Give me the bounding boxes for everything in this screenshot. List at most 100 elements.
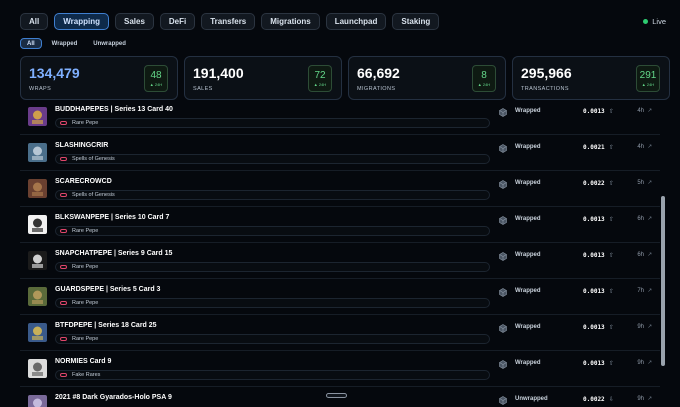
- item-name[interactable]: BLKSWANPEPE | Series 10 Card 7: [55, 214, 169, 221]
- link-icon: [60, 157, 67, 161]
- tab-all[interactable]: All: [20, 13, 49, 30]
- cube-icon: [499, 396, 507, 405]
- item-thumbnail[interactable]: [28, 143, 47, 162]
- item-thumbnail[interactable]: [28, 287, 47, 306]
- stat-value: 66,692: [357, 65, 400, 81]
- link-icon: [60, 265, 67, 269]
- item-thumbnail[interactable]: [28, 323, 47, 342]
- collection-tag[interactable]: Rare Pepe: [55, 226, 490, 236]
- item-thumbnail[interactable]: [28, 215, 47, 234]
- direction-arrow-icon: ⇧: [609, 289, 615, 295]
- external-link-icon[interactable]: ↗: [647, 324, 652, 330]
- subtab-all[interactable]: All: [20, 38, 42, 49]
- stat-change-period: ▲ 24H: [477, 82, 491, 87]
- item-name[interactable]: NORMIES Card 9: [55, 358, 111, 365]
- stat-change-badge: 8 ▲ 24H: [472, 65, 496, 92]
- external-link-icon[interactable]: ↗: [647, 396, 652, 402]
- external-link-icon[interactable]: ↗: [647, 180, 652, 186]
- tab-transfers[interactable]: Transfers: [201, 13, 256, 30]
- item-thumbnail[interactable]: [28, 107, 47, 126]
- price-value: 0.0013: [583, 324, 605, 331]
- external-link-icon[interactable]: ↗: [647, 216, 652, 222]
- item-thumbnail[interactable]: [28, 251, 47, 270]
- price-value: 0.0013: [583, 108, 605, 115]
- tab-launchpad[interactable]: Launchpad: [325, 13, 387, 30]
- item-name[interactable]: SLASHINGCRIR: [55, 142, 108, 149]
- item-name[interactable]: SNAPCHATPEPE | Series 9 Card 15: [55, 250, 172, 257]
- table-row[interactable]: BUDDHAPEPES | Series 13 Card 40 Rare Pepe…: [20, 104, 660, 135]
- item-name[interactable]: BUDDHAPEPES | Series 13 Card 40: [55, 106, 173, 113]
- time-ago: 4h: [637, 144, 644, 150]
- direction-arrow-icon: ⇧: [609, 325, 615, 331]
- collection-tag[interactable]: Rare Pepe: [55, 118, 490, 128]
- tab-defi[interactable]: DeFi: [159, 13, 196, 30]
- table-row[interactable]: SNAPCHATPEPE | Series 9 Card 15 Rare Pepe…: [20, 243, 660, 279]
- stat-change-value: 48: [150, 70, 162, 81]
- item-name[interactable]: SCARECROWCD: [55, 178, 112, 185]
- external-link-icon[interactable]: ↗: [647, 288, 652, 294]
- external-link-icon[interactable]: ↗: [647, 144, 652, 150]
- filter-subtabs: All Wrapped Unwrapped: [20, 38, 132, 49]
- collection-tag[interactable]: Rare Pepe: [55, 334, 490, 344]
- table-row[interactable]: BTFDPEPE | Series 18 Card 25 Rare Pepe Wra…: [20, 315, 660, 351]
- item-name[interactable]: GUARDSPEPE | Series 5 Card 3: [55, 286, 160, 293]
- cube-icon: [499, 216, 507, 225]
- collection-tag[interactable]: Fake Rares: [55, 370, 490, 380]
- stat-label: MIGRATIONS: [357, 86, 396, 92]
- link-icon: [60, 229, 67, 233]
- tab-wrapping[interactable]: Wrapping: [54, 13, 109, 30]
- price-value: 0.0013: [583, 252, 605, 259]
- collection-tag[interactable]: Rare Pepe: [55, 262, 490, 272]
- tab-migrations[interactable]: Migrations: [261, 13, 320, 30]
- external-link-icon[interactable]: ↗: [647, 108, 652, 114]
- stat-label: WRAPS: [29, 86, 52, 92]
- subtab-unwrapped[interactable]: Unwrapped: [87, 38, 132, 49]
- stat-value: 295,966: [521, 65, 572, 81]
- external-link-icon[interactable]: ↗: [647, 360, 652, 366]
- direction-arrow-icon: ⇧: [609, 181, 615, 187]
- scrollbar-thumb[interactable]: [661, 196, 665, 366]
- time-ago: 9h: [637, 324, 644, 330]
- stat-change-value: 8: [481, 70, 487, 81]
- action-type: Wrapped: [515, 216, 541, 222]
- collection-tag[interactable]: Rare Pepe: [55, 298, 490, 308]
- collection-label: Rare Pepe: [72, 264, 99, 270]
- collection-label: Rare Pepe: [72, 336, 99, 342]
- table-row[interactable]: SLASHINGCRIR Spells of Genesis Wrapped 0.00…: [20, 135, 660, 171]
- stat-change-period: ▲ 24H: [313, 82, 327, 87]
- live-indicator: Live: [643, 17, 666, 26]
- table-row[interactable]: GUARDSPEPE | Series 5 Card 3 Rare Pepe Wra…: [20, 279, 660, 315]
- item-thumbnail[interactable]: [28, 359, 47, 378]
- item-name[interactable]: 2021 #8 Dark Gyarados-Holo PSA 9: [55, 394, 172, 401]
- action-type: Wrapped: [515, 108, 541, 114]
- tab-staking[interactable]: Staking: [392, 13, 440, 30]
- item-thumbnail[interactable]: [28, 395, 47, 407]
- price-value: 0.0013: [583, 288, 605, 295]
- collection-tag[interactable]: Spells of Genesis: [55, 190, 490, 200]
- cube-icon: [499, 324, 507, 333]
- item-thumbnail[interactable]: [28, 179, 47, 198]
- stat-change-badge: 72 ▲ 24H: [308, 65, 332, 92]
- table-row[interactable]: BLKSWANPEPE | Series 10 Card 7 Rare Pepe W…: [20, 207, 660, 243]
- table-row[interactable]: NORMIES Card 9 Fake Rares Wrapped 0.0013 ⇧ 9h…: [20, 351, 660, 387]
- tab-sales[interactable]: Sales: [114, 13, 154, 30]
- stat-card-migrations: 66,692 MIGRATIONS 8 ▲ 24H: [348, 56, 506, 100]
- activity-table: BUDDHAPEPES | Series 13 Card 40 Rare Pepe…: [20, 104, 660, 407]
- table-row[interactable]: SCARECROWCD Spells of Genesis Wrapped 0.002…: [20, 171, 660, 207]
- external-link-icon[interactable]: ↗: [647, 252, 652, 258]
- live-label: Live: [652, 17, 666, 26]
- stat-label: SALES: [193, 86, 213, 92]
- collection-label: Spells of Genesis: [72, 156, 115, 162]
- time-ago: 9h: [637, 396, 644, 402]
- direction-arrow-icon: ⇧: [609, 145, 615, 151]
- horizontal-scroll-handle[interactable]: [326, 393, 347, 398]
- subtab-wrapped[interactable]: Wrapped: [46, 38, 84, 49]
- stats-cards: 134,479 WRAPS 48 ▲ 24H 191,400 SALES 72 ▲ 24H 66…: [20, 56, 670, 100]
- time-ago: 6h: [637, 216, 644, 222]
- action-type: Wrapped: [515, 324, 541, 330]
- stat-card-wraps: 134,479 WRAPS 48 ▲ 24H: [20, 56, 178, 100]
- stat-change-badge: 48 ▲ 24H: [144, 65, 168, 92]
- action-type: Wrapped: [515, 144, 541, 150]
- collection-tag[interactable]: Spells of Genesis: [55, 154, 490, 164]
- item-name[interactable]: BTFDPEPE | Series 18 Card 25: [55, 322, 157, 329]
